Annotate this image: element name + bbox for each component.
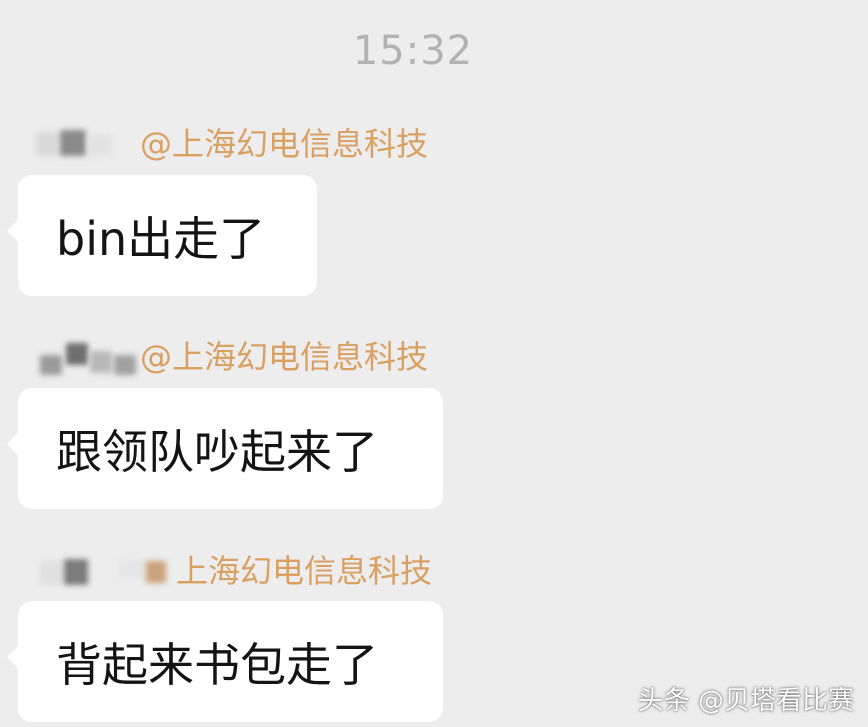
message-text: 跟领队吵起来了: [56, 424, 378, 479]
message-timestamp: 15:32: [352, 28, 474, 74]
message-bubble[interactable]: 跟领队吵起来了: [7, 388, 443, 509]
watermark: 头条 @贝塔看比赛: [637, 686, 854, 716]
blurred-sender-name[interactable]: [18, 124, 143, 164]
message-bubble[interactable]: bin出走了: [7, 175, 317, 296]
sender-mention-label: @上海幻电信息科技: [140, 338, 429, 376]
sender-row: @上海幻电信息科技: [18, 337, 478, 377]
blurred-sender-name[interactable]: [18, 337, 143, 377]
message-text: bin出走了: [56, 211, 266, 266]
message-bubble[interactable]: 背起来书包走了: [7, 601, 443, 722]
sender-mention-label: @上海幻电信息科技: [140, 125, 429, 163]
sender-row: @上海幻电信息科技: [18, 124, 478, 164]
sender-mention-label: 上海幻电信息科技: [176, 552, 433, 590]
sender-row: 上海幻电信息科技: [18, 551, 478, 591]
blurred-sender-name[interactable]: [18, 551, 166, 591]
message-text: 背起来书包走了: [56, 637, 378, 692]
